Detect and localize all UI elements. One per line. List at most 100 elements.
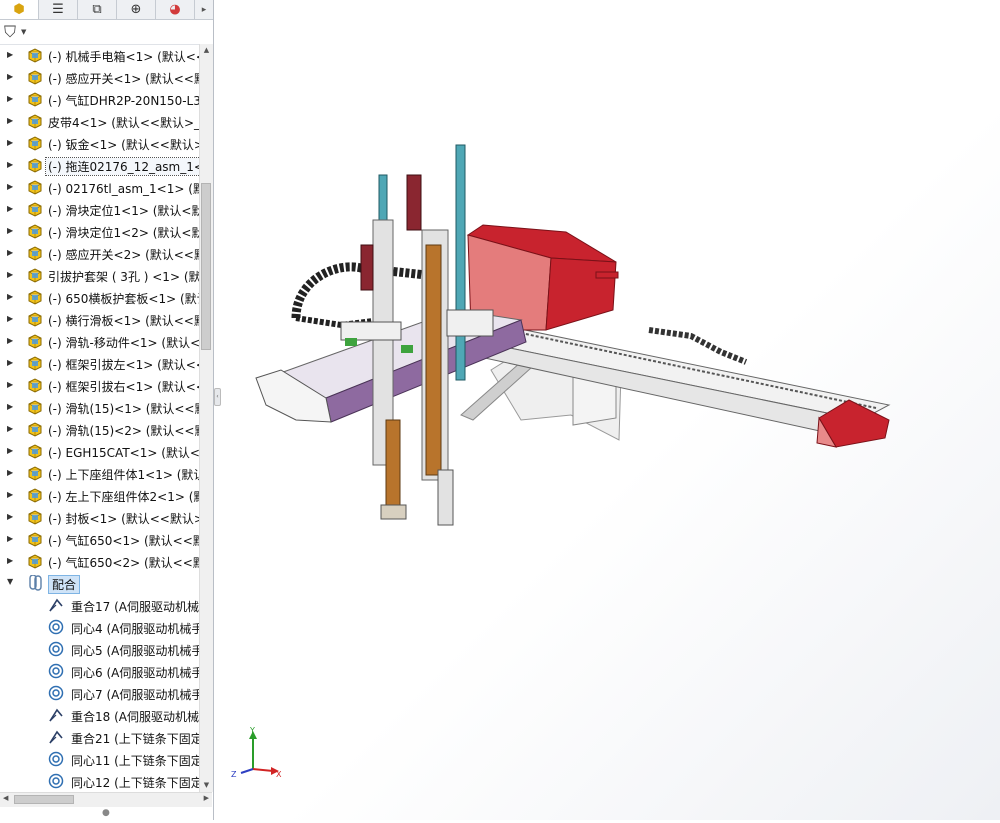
tree-item-label: (-) 气缸650<1> (默认<<默认 — [48, 534, 199, 548]
chevron-down-icon[interactable]: ▼ — [21, 28, 26, 36]
expand-arrow-icon[interactable]: ▶ — [7, 402, 13, 411]
tree-item[interactable]: ▶ (-) 滑块定位1<1> (默认<默 — [0, 198, 199, 220]
vertical-scrollbar[interactable]: ▲ ▼ — [199, 44, 213, 792]
expand-arrow-icon[interactable]: ▶ — [7, 72, 13, 81]
tab-display-manager[interactable]: ◕ — [156, 0, 195, 19]
expand-arrow-icon[interactable]: ▶ — [7, 160, 13, 169]
tree-item[interactable]: ▶ (-) 滑块定位1<2> (默认<默 — [0, 220, 199, 242]
tree-item[interactable]: ▶ (-) EGH15CAT<1> (默认<< — [0, 440, 199, 462]
model-slider-block-right — [446, 309, 494, 337]
part-icon — [28, 554, 42, 569]
tab-dimxpert[interactable]: ⊕ — [117, 0, 156, 19]
expand-arrow-icon[interactable]: ▶ — [7, 490, 13, 499]
panel-collapse-handle[interactable]: ‹ — [214, 388, 221, 406]
axis-triad: Y X Z — [231, 726, 282, 779]
mate-item[interactable]: 同心11 (上下链条下固定 — [0, 748, 199, 770]
tree-item[interactable]: ▶ (-) 框架引拔左<1> (默认<< — [0, 352, 199, 374]
property-manager-icon: ☰ — [52, 2, 64, 17]
model-gripper-right — [437, 469, 454, 526]
mate-item[interactable]: 同心12 (上下链条下固定 — [0, 770, 199, 792]
expand-arrow-icon[interactable]: ▶ — [7, 50, 13, 59]
expand-arrow-icon[interactable]: ▶ — [7, 468, 13, 477]
tree-item[interactable]: ▶ (-) 滑轨(15)<1> (默认<<默 — [0, 396, 199, 418]
tree-item[interactable]: ▶ (-) 滑轨(15)<2> (默认<<默 — [0, 418, 199, 440]
expand-arrow-icon[interactable]: ▶ — [7, 292, 13, 301]
scroll-up-arrow-icon[interactable]: ▲ — [200, 44, 213, 57]
expand-arrow-icon[interactable]: ▶ — [7, 248, 13, 257]
scroll-left-arrow-icon[interactable]: ◀ — [3, 794, 8, 802]
expand-arrow-icon[interactable]: ▶ — [7, 138, 13, 147]
expand-arrow-icon[interactable]: ▶ — [7, 270, 13, 279]
triad-x-axis — [252, 768, 274, 772]
expand-arrow-icon[interactable]: ▶ — [7, 534, 13, 543]
tree-item[interactable]: ▶ (-) 02176tl_asm_1<1> (默 — [0, 176, 199, 198]
tree-item[interactable]: ▶ (-) 框架引拔右<1> (默认<< — [0, 374, 199, 396]
expand-arrow-icon[interactable]: ▶ — [7, 182, 13, 191]
mates-folder-icon — [29, 575, 42, 591]
mate-item[interactable]: 同心4 (A伺服驱动机械手 — [0, 616, 199, 638]
horizontal-scrollbar[interactable]: ◀ ▶ — [0, 792, 212, 807]
mate-item[interactable]: 重合18 (A伺服驱动机械 — [0, 704, 199, 726]
expand-arrow-icon[interactable]: ▶ — [7, 314, 13, 323]
expand-arrow-icon[interactable]: ▶ — [7, 424, 13, 433]
panel-grip-icon[interactable]: ● — [102, 808, 110, 818]
mate-item[interactable]: 重合21 (上下链条下固定 — [0, 726, 199, 748]
mate-item[interactable]: 同心5 (A伺服驱动机械手 — [0, 638, 199, 660]
part-icon — [28, 268, 42, 283]
tree-item[interactable]: ▶ (-) 机械手电箱<1> (默认<<默 — [0, 44, 199, 66]
robot-arm-model[interactable] — [221, 0, 1000, 820]
tree-item[interactable]: ▶ (-) 滑轨-移动件<1> (默认< — [0, 330, 199, 352]
tree-item[interactable]: ▶ (-) 左上下座组件体2<1> (默 — [0, 484, 199, 506]
tree-group-mates[interactable]: ▼ 配合 — [0, 572, 199, 594]
part-icon — [28, 378, 42, 393]
mate-item[interactable]: 重合17 (A伺服驱动机械 — [0, 594, 199, 616]
expand-arrow-icon[interactable]: ▶ — [7, 512, 13, 521]
tree-item[interactable]: ▶ (-) 拖连02176_12_asm_1<1 — [0, 154, 199, 176]
tree-item[interactable]: ▶ (-) 横行滑板<1> (默认<<默 — [0, 308, 199, 330]
tree-item[interactable]: ▶ (-) 气缸650<1> (默认<<默认 — [0, 528, 199, 550]
tree-item[interactable]: ▶ (-) 封板<1> (默认<<默认> — [0, 506, 199, 528]
tree-item-label: (-) 滑块定位1<2> (默认<默 — [48, 226, 199, 240]
tree-item[interactable]: ▶ 引拔护套架 ( 3孔 ) <1> (默 — [0, 264, 199, 286]
vertical-scroll-thumb[interactable] — [201, 183, 211, 350]
graphics-viewport[interactable]: Y X Z — [221, 0, 1000, 820]
feature-tree: ▶(-) 机械手电箱<1> (默认<<默▶(-) 感应开关<1> (默认<<默▶… — [0, 44, 199, 792]
dimxpert-icon: ⊕ — [130, 2, 142, 17]
mate-item[interactable]: 同心6 (A伺服驱动机械手 — [0, 660, 199, 682]
expand-arrow-icon[interactable]: ▶ — [7, 226, 13, 235]
tree-item[interactable]: ▶ (-) 上下座组件体1<1> (默认 — [0, 462, 199, 484]
scroll-down-arrow-icon[interactable]: ▼ — [200, 779, 213, 792]
tab-overflow-button[interactable]: ▸ — [195, 0, 213, 19]
tab-configuration-manager[interactable]: ⧉ — [78, 0, 117, 19]
expand-arrow-icon[interactable]: ▶ — [7, 204, 13, 213]
tab-property-manager[interactable]: ☰ — [39, 0, 78, 19]
expand-arrow-icon[interactable]: ▶ — [7, 358, 13, 367]
tree-item[interactable]: ▶ (-) 感应开关<2> (默认<<默 — [0, 242, 199, 264]
tree-item[interactable]: ▶ 皮带4<1> (默认<<默认>_显 — [0, 110, 199, 132]
tree-item[interactable]: ▶ (-) 气缸DHR2P-20N150-L3 — [0, 88, 199, 110]
collapse-arrow-icon[interactable]: ▼ — [7, 577, 13, 586]
expand-arrow-icon[interactable]: ▶ — [7, 336, 13, 345]
tree-item-label: (-) 机械手电箱<1> (默认<<默 — [48, 50, 199, 64]
expand-arrow-icon[interactable]: ▶ — [7, 556, 13, 565]
filter-icon[interactable]: ⛉ — [4, 22, 16, 42]
mate-item-label: 重合21 (上下链条下固定 — [71, 732, 199, 746]
expand-arrow-icon[interactable]: ▶ — [7, 380, 13, 389]
part-icon — [28, 422, 42, 437]
expand-arrow-icon[interactable]: ▶ — [7, 446, 13, 455]
tree-item[interactable]: ▶ (-) 650横板护套板<1> (默认 — [0, 286, 199, 308]
tree-item-label: 引拔护套架 ( 3孔 ) <1> (默 — [48, 270, 199, 284]
expand-arrow-icon[interactable]: ▶ — [7, 116, 13, 125]
tree-item[interactable]: ▶ (-) 气缸650<2> (默认<<默认 — [0, 550, 199, 572]
tree-item-label: (-) 气缸DHR2P-20N150-L3 — [48, 94, 199, 108]
expand-arrow-icon[interactable]: ▶ — [7, 94, 13, 103]
panel-splitter[interactable] — [214, 0, 220, 820]
tree-item[interactable]: ▶ (-) 感应开关<1> (默认<<默 — [0, 66, 199, 88]
tab-feature-manager[interactable]: ⬢ — [0, 0, 39, 19]
concentric-mate-icon — [48, 773, 64, 789]
mate-item[interactable]: 同心7 (A伺服驱动机械手 — [0, 682, 199, 704]
scroll-right-arrow-icon[interactable]: ▶ — [204, 794, 209, 802]
mate-item-label: 同心11 (上下链条下固定 — [71, 754, 199, 768]
horizontal-scroll-thumb[interactable] — [14, 795, 74, 804]
tree-item[interactable]: ▶ (-) 钣金<1> (默认<<默认> — [0, 132, 199, 154]
